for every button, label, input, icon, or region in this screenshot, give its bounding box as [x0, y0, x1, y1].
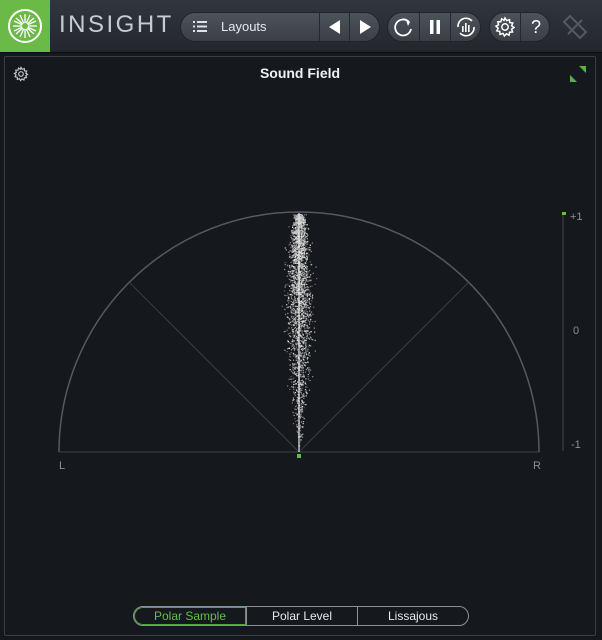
help-label: ?: [530, 17, 541, 37]
sound-field-panel: Sound Field L R +1 0 -1 Polar Sample Pol…: [4, 56, 596, 636]
settings-button[interactable]: [490, 13, 520, 41]
triangle-left-icon: [329, 20, 340, 34]
help-button[interactable]: ?: [520, 13, 549, 41]
center-marker: [297, 454, 301, 458]
correlation-tick-plus-one: +1: [570, 211, 583, 223]
loop-icon: [394, 18, 412, 37]
transport-control: [387, 12, 481, 42]
insight-logo-icon: [8, 9, 42, 43]
app-title: INSIGHT: [59, 11, 174, 38]
tab-polar-sample[interactable]: Polar Sample: [134, 607, 246, 625]
izotope-logo-icon: [562, 14, 588, 40]
sound-field-scope: [58, 211, 566, 458]
pause-button[interactable]: [419, 13, 450, 41]
left-diagonal: [128, 281, 300, 453]
triangle-right-icon: [360, 20, 371, 34]
previous-layout-button[interactable]: [319, 13, 350, 41]
tools-control: ?: [489, 12, 550, 42]
left-channel-label: L: [59, 460, 66, 472]
loop-button[interactable]: [388, 13, 418, 41]
top-toolbar: INSIGHT Layouts ?: [0, 0, 602, 53]
reset-meters-icon: [457, 17, 475, 37]
list-icon: [193, 21, 207, 32]
next-layout-button[interactable]: [349, 13, 379, 41]
pause-icon: [430, 20, 440, 34]
tab-polar-level[interactable]: Polar Level: [246, 607, 357, 625]
reset-meters-button[interactable]: [450, 13, 480, 41]
layouts-control: Layouts: [180, 12, 380, 42]
right-channel-label: R: [533, 460, 541, 472]
layouts-button[interactable]: Layouts: [181, 13, 319, 41]
layouts-label: Layouts: [221, 19, 267, 34]
correlation-tick-minus-one: -1: [571, 439, 581, 451]
gear-icon: [494, 16, 516, 38]
correlation-tick-zero: 0: [573, 325, 580, 337]
tab-lissajous[interactable]: Lissajous: [357, 607, 468, 625]
display-mode-tabs: Polar Sample Polar Level Lissajous: [133, 606, 469, 626]
correlation-meter-indicator: [562, 212, 566, 215]
right-diagonal: [298, 281, 470, 453]
app-logo: [0, 0, 50, 52]
